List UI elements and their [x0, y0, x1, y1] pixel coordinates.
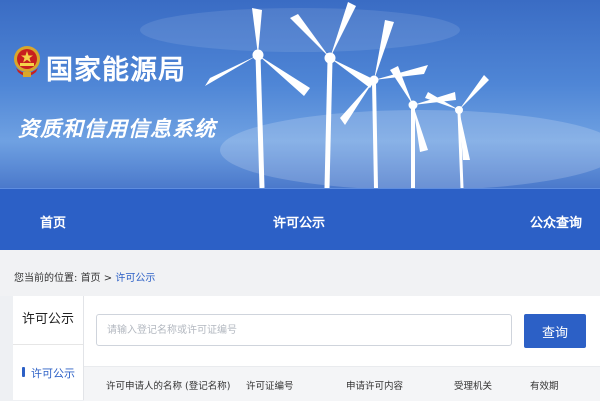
- breadcrumb: 您当前的位置: 首页 > 许可公示: [14, 269, 155, 284]
- column-header-license-number: 许可证编号: [246, 381, 294, 392]
- table-header: 许可申请人的名称 (登记名称) 许可证编号 申请许可内容 受理机关 有效期: [84, 366, 600, 401]
- search-button[interactable]: 查询: [524, 314, 586, 348]
- breadcrumb-home[interactable]: 首页: [81, 273, 101, 284]
- sidebar-item-label: 许可公示: [31, 367, 75, 380]
- wind-turbines-illustration: [140, 2, 600, 188]
- active-marker-icon: [22, 367, 25, 377]
- sidebar: 许可公示 许可公示: [13, 296, 84, 400]
- main-nav: 首页 许可公示 公众查询: [0, 188, 600, 251]
- column-header-applicant: 许可申请人的名称 (登记名称): [106, 381, 231, 392]
- breadcrumb-separator: >: [103, 273, 113, 284]
- column-header-permit-content: 申请许可内容: [346, 381, 404, 392]
- nav-home[interactable]: 首页: [40, 212, 66, 231]
- main-panel: 查询 许可申请人的名称 (登记名称) 许可证编号 申请许可内容 受理机关 有效期: [84, 296, 600, 401]
- system-name: 资质和信用信息系统: [18, 117, 216, 141]
- nav-permit-publicity[interactable]: 许可公示: [273, 212, 325, 231]
- breadcrumb-prefix: 您当前的位置:: [14, 273, 78, 284]
- org-name: 国家能源局: [46, 55, 186, 86]
- sidebar-item-permit-publicity[interactable]: 许可公示: [13, 364, 83, 382]
- breadcrumb-current[interactable]: 许可公示: [115, 273, 155, 284]
- national-emblem-icon: [14, 46, 40, 77]
- column-header-authority: 受理机关: [454, 381, 493, 392]
- nav-public-query[interactable]: 公众查询: [530, 212, 582, 231]
- column-header-validity: 有效期: [530, 381, 559, 392]
- search-input[interactable]: [96, 314, 512, 346]
- header-banner: 国家能源局 资质和信用信息系统: [0, 0, 600, 188]
- sidebar-title: 许可公示: [13, 296, 83, 345]
